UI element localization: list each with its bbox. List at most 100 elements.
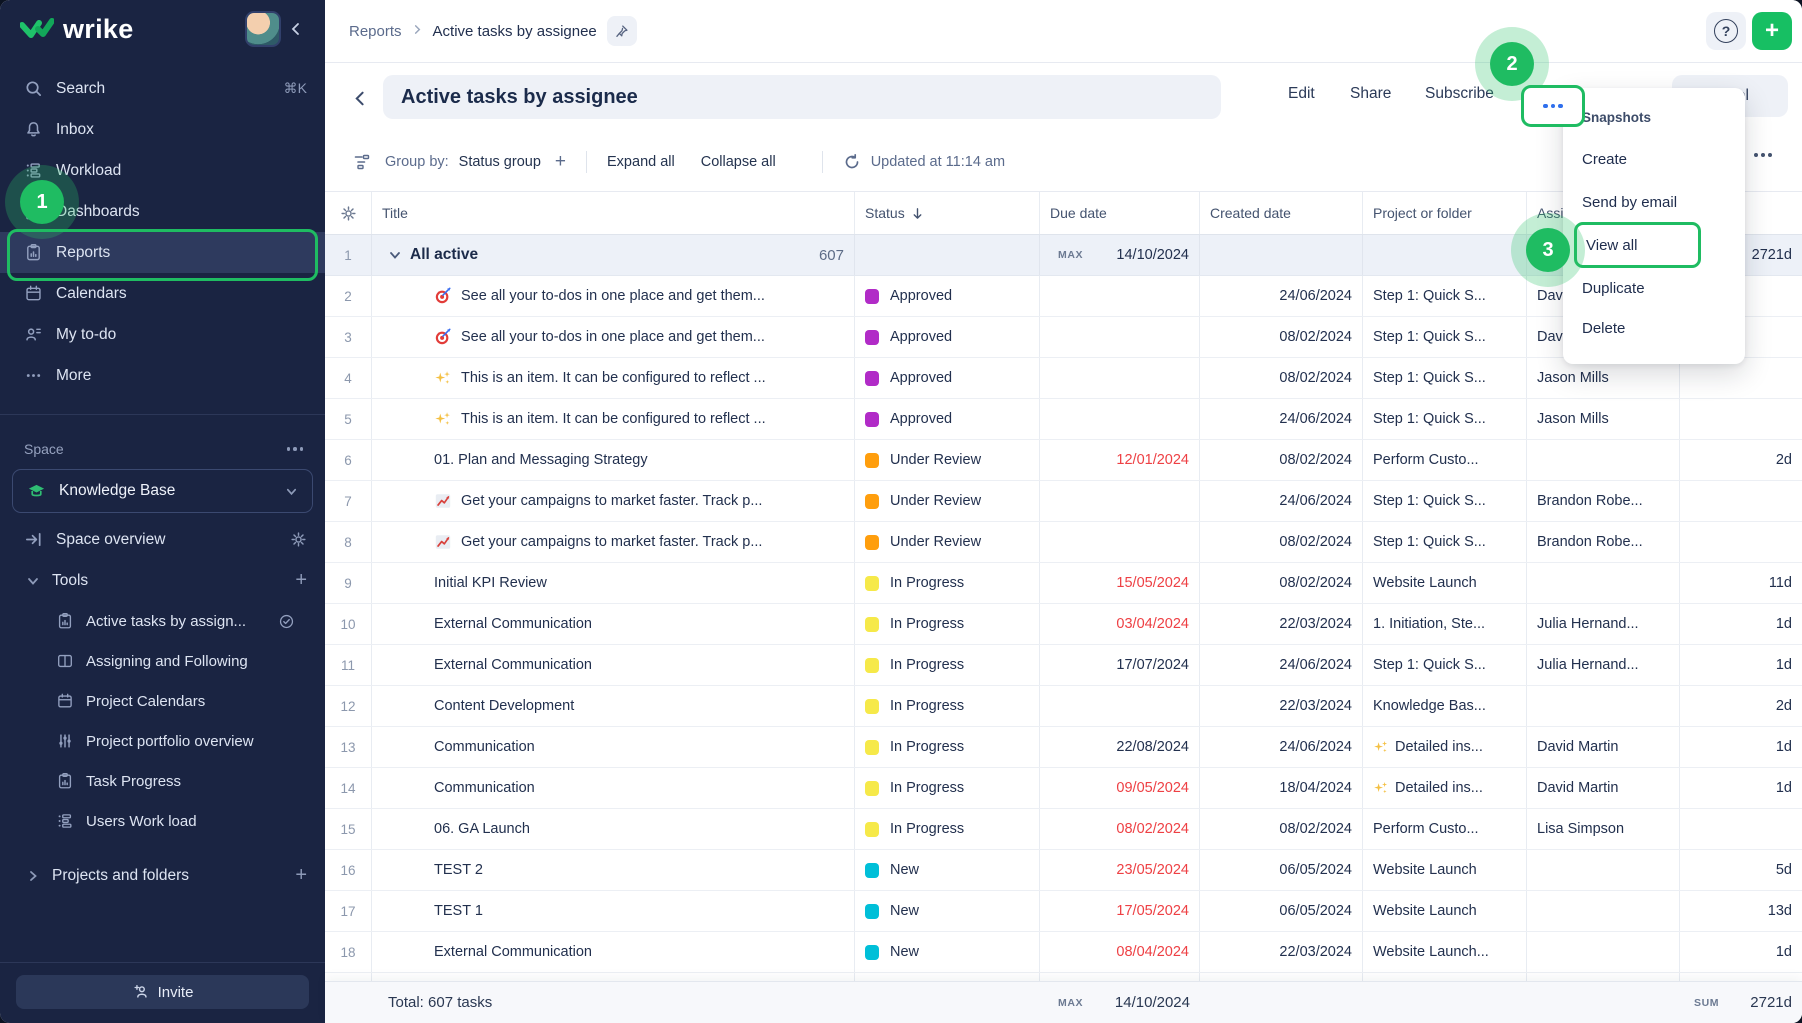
sidebar-item-space-overview[interactable]: Space overview <box>0 519 325 560</box>
share-button[interactable]: Share <box>1350 85 1391 103</box>
project-cell[interactable]: Step 1: Quick S... <box>1363 358 1527 398</box>
column-header-due-date[interactable]: Due date <box>1040 192 1200 234</box>
created-date-cell[interactable]: 06/05/2024 <box>1200 850 1363 890</box>
project-cell[interactable]: Detailed ins... <box>1363 727 1527 767</box>
due-date-cell[interactable] <box>1040 481 1200 521</box>
sidebar-tool-project-calendars[interactable]: Project Calendars <box>0 681 325 721</box>
due-date-cell[interactable]: 17/07/2024 <box>1040 645 1200 685</box>
due-date-cell[interactable]: 08/02/2024 <box>1040 809 1200 849</box>
project-cell[interactable]: 1. Initiation, Ste... <box>1363 604 1527 644</box>
assignee-cell[interactable]: Julia Hernand... <box>1527 645 1680 685</box>
status-cell[interactable]: Under Review <box>855 522 1040 562</box>
task-title-cell[interactable]: TEST 1 <box>372 891 855 931</box>
status-cell[interactable]: In Progress <box>855 604 1040 644</box>
group-by-value[interactable]: Status group <box>459 154 541 170</box>
due-date-cell[interactable] <box>1040 317 1200 357</box>
created-date-cell[interactable]: 24/06/2024 <box>1200 727 1363 767</box>
created-date-cell[interactable]: 22/03/2024 <box>1200 932 1363 972</box>
status-cell[interactable]: In Progress <box>855 563 1040 603</box>
task-title-cell[interactable]: Get your campaigns to market faster. Tra… <box>372 522 855 562</box>
task-title-cell[interactable]: Get your campaigns to market faster. Tra… <box>372 481 855 521</box>
due-date-cell[interactable] <box>1040 522 1200 562</box>
table-row[interactable]: 1506. GA LaunchIn Progress08/02/202408/0… <box>325 809 1802 850</box>
more-actions-button[interactable] <box>1521 85 1585 127</box>
report-title-field[interactable]: Active tasks by assignee <box>383 75 1221 119</box>
due-date-cell[interactable]: 17/05/2024 <box>1040 891 1200 931</box>
project-cell[interactable]: Website Launch <box>1363 891 1527 931</box>
sidebar-item-more[interactable]: More <box>0 355 325 396</box>
table-row[interactable]: 18External CommunicationNew08/04/202422/… <box>325 932 1802 973</box>
task-title-cell[interactable]: This is an item. It can be configured to… <box>372 358 855 398</box>
duration-cell[interactable]: 1d <box>1680 932 1802 972</box>
status-cell[interactable]: In Progress <box>855 768 1040 808</box>
space-more-icon[interactable] <box>287 447 304 451</box>
assignee-cell[interactable] <box>1527 891 1680 931</box>
created-date-cell[interactable]: 22/03/2024 <box>1200 686 1363 726</box>
help-button[interactable]: ? <box>1706 12 1746 50</box>
sidebar-collapse-icon[interactable] <box>281 14 311 44</box>
gear-icon[interactable] <box>290 531 307 548</box>
table-row[interactable]: 10External CommunicationIn Progress03/04… <box>325 604 1802 645</box>
row-number[interactable]: 16 <box>325 850 372 890</box>
table-row[interactable]: 16TEST 2New23/05/202406/05/2024Website L… <box>325 850 1802 891</box>
row-number[interactable]: 11 <box>325 645 372 685</box>
due-date-cell[interactable] <box>1040 399 1200 439</box>
task-title-cell[interactable]: 01. Plan and Messaging Strategy <box>372 440 855 480</box>
task-title-cell[interactable]: TEST 2 <box>372 850 855 890</box>
duration-cell[interactable]: 2d <box>1680 440 1802 480</box>
table-row[interactable]: 8Get your campaigns to market faster. Tr… <box>325 522 1802 563</box>
table-row[interactable]: 5This is an item. It can be configured t… <box>325 399 1802 440</box>
assignee-cell[interactable]: Brandon Robe... <box>1527 481 1680 521</box>
menu-item-create[interactable]: Create <box>1582 151 1627 168</box>
table-row[interactable]: 12Content DevelopmentIn Progress22/03/20… <box>325 686 1802 727</box>
menu-item-view-all[interactable]: View all <box>1574 222 1701 268</box>
table-row[interactable]: 11External CommunicationIn Progress17/07… <box>325 645 1802 686</box>
created-date-cell[interactable]: 22/03/2024 <box>1200 604 1363 644</box>
duration-cell[interactable]: 1d <box>1680 727 1802 767</box>
project-cell[interactable]: Detailed ins... <box>1363 768 1527 808</box>
created-date-cell[interactable]: 24/06/2024 <box>1200 276 1363 316</box>
due-date-cell[interactable]: 03/04/2024 <box>1040 604 1200 644</box>
row-number[interactable]: 2 <box>325 276 372 316</box>
status-cell[interactable]: New <box>855 932 1040 972</box>
sidebar-section-tools[interactable]: Tools + <box>0 560 325 601</box>
row-number[interactable]: 18 <box>325 932 372 972</box>
task-title-cell[interactable]: See all your to-dos in one place and get… <box>372 317 855 357</box>
due-date-cell[interactable]: 15/05/2024 <box>1040 563 1200 603</box>
add-tool-icon[interactable]: + <box>295 569 307 592</box>
row-number[interactable]: 8 <box>325 522 372 562</box>
expand-all-button[interactable]: Expand all <box>607 154 675 170</box>
sidebar-tool-active-tasks-by-assign-[interactable]: Active tasks by assign... <box>0 601 325 641</box>
breadcrumb-reports[interactable]: Reports <box>349 23 402 40</box>
due-date-cell[interactable]: 08/04/2024 <box>1040 932 1200 972</box>
status-cell[interactable]: New <box>855 891 1040 931</box>
task-title-cell[interactable]: External Communication <box>372 604 855 644</box>
sidebar-tool-task-progress[interactable]: Task Progress <box>0 761 325 801</box>
duration-cell[interactable]: 1d <box>1680 645 1802 685</box>
created-date-cell[interactable]: 08/02/2024 <box>1200 358 1363 398</box>
status-cell[interactable]: Approved <box>855 399 1040 439</box>
project-cell[interactable]: Step 1: Quick S... <box>1363 276 1527 316</box>
row-number[interactable]: 3 <box>325 317 372 357</box>
created-date-cell[interactable]: 08/02/2024 <box>1200 563 1363 603</box>
sidebar-item-knowledge-base[interactable]: Knowledge Base <box>12 469 313 513</box>
due-date-cell[interactable]: 12/01/2024 <box>1040 440 1200 480</box>
assignee-cell[interactable] <box>1527 932 1680 972</box>
sidebar-item-inbox[interactable]: Inbox <box>0 109 325 150</box>
task-title-cell[interactable]: Communication <box>372 768 855 808</box>
invite-button[interactable]: Invite <box>16 975 309 1009</box>
project-cell[interactable]: Website Launch <box>1363 563 1527 603</box>
row-number[interactable]: 9 <box>325 563 372 603</box>
project-cell[interactable]: Step 1: Quick S... <box>1363 522 1527 562</box>
table-row[interactable]: 9Initial KPI ReviewIn Progress15/05/2024… <box>325 563 1802 604</box>
duration-cell[interactable] <box>1680 809 1802 849</box>
status-cell[interactable]: Approved <box>855 358 1040 398</box>
table-more-icon[interactable] <box>1754 153 1772 157</box>
row-number[interactable]: 15 <box>325 809 372 849</box>
sidebar-tool-project-portfolio-overview[interactable]: Project portfolio overview <box>0 721 325 761</box>
add-project-icon[interactable]: + <box>295 864 307 887</box>
task-title-cell[interactable]: External Communication <box>372 932 855 972</box>
duration-cell[interactable]: 11d <box>1680 563 1802 603</box>
assignee-cell[interactable]: Jason Mills <box>1527 358 1680 398</box>
due-date-cell[interactable]: 23/05/2024 <box>1040 850 1200 890</box>
